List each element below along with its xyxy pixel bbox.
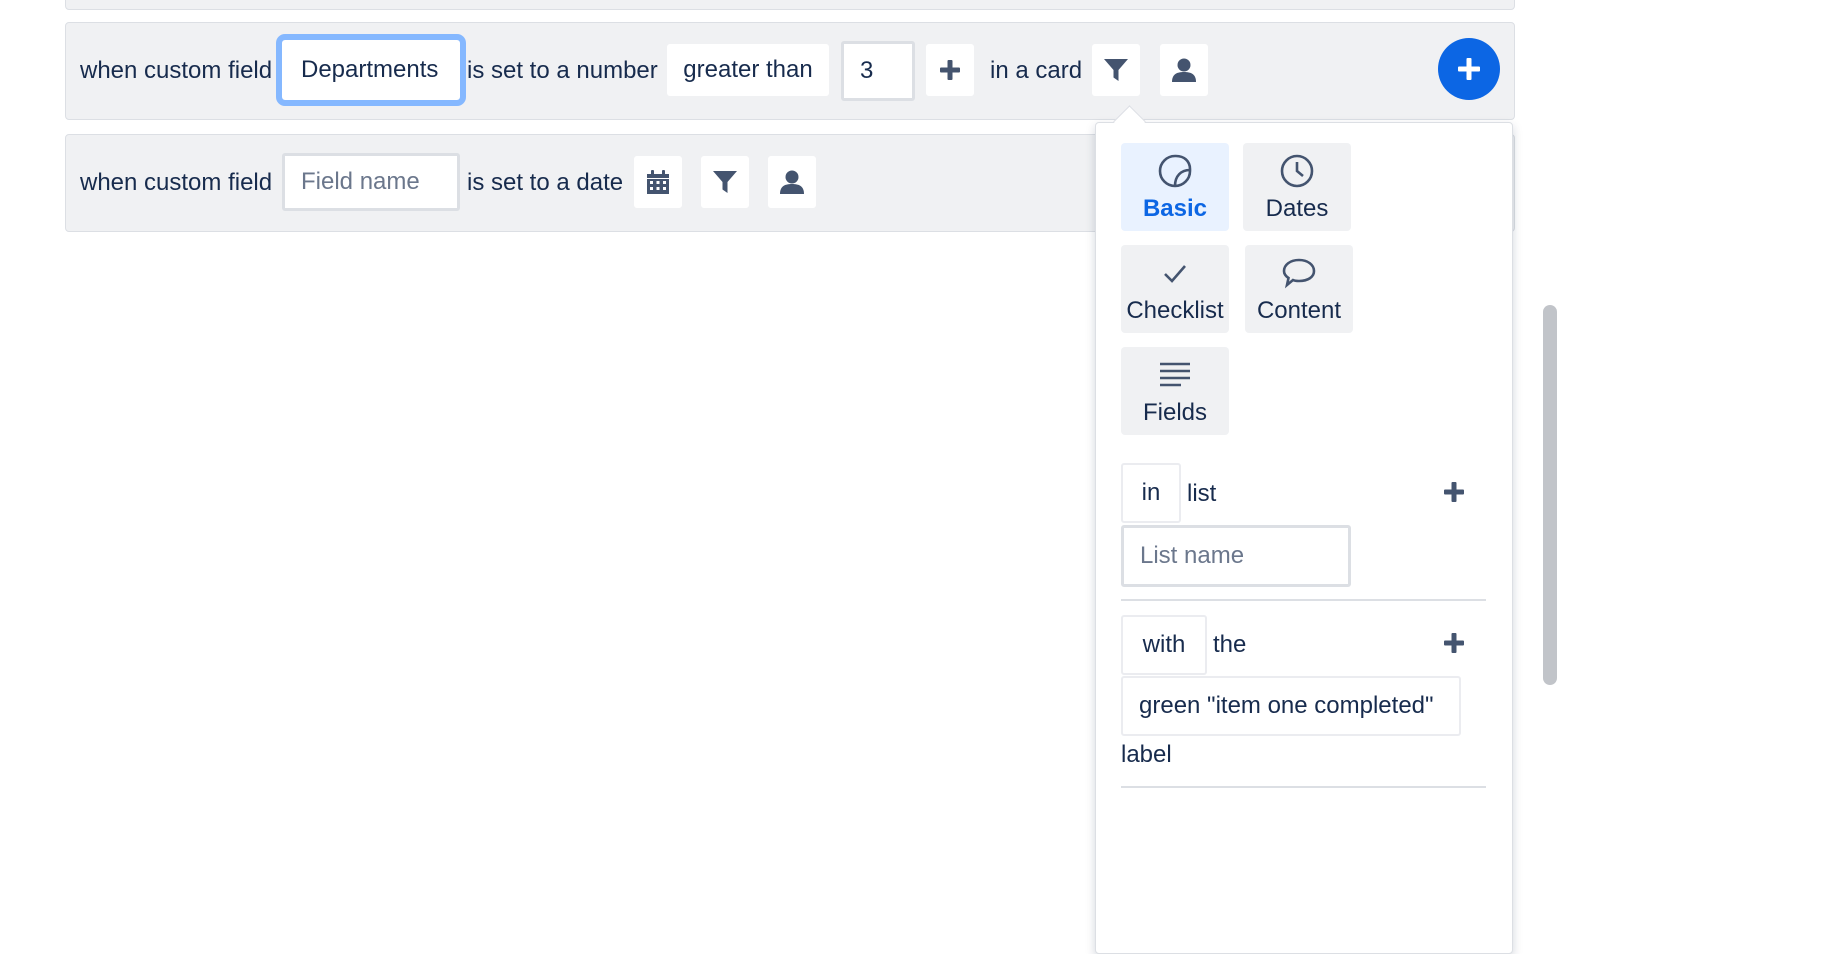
lines-icon <box>1160 362 1190 387</box>
comparator-label: greater than <box>683 56 813 83</box>
add-condition-button[interactable] <box>926 44 974 96</box>
user-button-2[interactable] <box>768 156 816 208</box>
date-picker-button[interactable] <box>634 156 682 208</box>
tab-content[interactable]: Content <box>1245 245 1353 333</box>
plus-icon <box>940 60 960 80</box>
previous-trigger-row <box>65 0 1515 10</box>
custom-field-value: Departments <box>301 56 439 83</box>
filter-icon <box>713 171 737 193</box>
user-icon <box>1172 58 1196 82</box>
field-name-placeholder: Field name <box>301 168 420 195</box>
in-chip-label: in <box>1141 479 1161 506</box>
row2-prefix-text: when custom field <box>80 169 273 196</box>
label-suffix-text: label <box>1121 741 1172 768</box>
tab-checklist-label: Checklist <box>1126 297 1224 324</box>
tab-dates-label: Dates <box>1265 195 1329 222</box>
the-text: the <box>1213 631 1247 658</box>
field-name-input[interactable]: Field name <box>282 153 460 211</box>
filter-button-2[interactable] <box>701 156 749 208</box>
tab-dates[interactable]: Dates <box>1243 143 1351 231</box>
check-icon <box>1164 265 1186 283</box>
clock-icon <box>1280 154 1314 188</box>
tab-basic-label: Basic <box>1142 195 1208 222</box>
row1-prefix-text: when custom field <box>80 57 273 84</box>
with-chip[interactable]: with <box>1121 615 1207 675</box>
filter-popover: Basic Dates Checklist Content Fields in … <box>1095 122 1513 954</box>
user-button[interactable] <box>1160 44 1208 96</box>
tab-fields-label: Fields <box>1142 399 1208 426</box>
label-select-value: green "item one completed" <box>1139 692 1434 719</box>
filter-icon <box>1104 59 1128 81</box>
row1-suffix-text: in a card <box>990 57 1083 84</box>
user-icon <box>780 170 804 194</box>
divider <box>1121 599 1486 601</box>
number-value: 3 <box>860 57 874 84</box>
plus-icon <box>1444 633 1464 653</box>
scrollbar-thumb[interactable] <box>1543 305 1557 685</box>
number-input[interactable]: 3 <box>841 41 915 101</box>
add-label-filter-button[interactable] <box>1430 617 1478 669</box>
tab-checklist[interactable]: Checklist <box>1121 245 1229 333</box>
label-select[interactable]: green "item one completed" <box>1121 676 1461 736</box>
list-name-placeholder: List name <box>1140 542 1245 569</box>
add-trigger-button[interactable] <box>1438 38 1500 100</box>
row1-middle-text: is set to a number <box>467 57 658 84</box>
row2-middle-text: is set to a date <box>467 169 624 196</box>
calendar-icon <box>647 170 669 194</box>
add-circle-icon <box>1458 58 1480 80</box>
tab-content-label: Content <box>1256 297 1342 324</box>
custom-field-select[interactable]: Departments <box>276 34 466 106</box>
speech-bubble-icon <box>1282 258 1316 289</box>
in-chip[interactable]: in <box>1121 463 1181 523</box>
add-list-filter-button[interactable] <box>1430 466 1478 518</box>
tab-fields[interactable]: Fields <box>1121 347 1229 435</box>
sticker-icon <box>1158 154 1192 188</box>
divider <box>1121 786 1486 788</box>
with-chip-label: with <box>1142 631 1186 658</box>
plus-icon <box>1444 482 1464 502</box>
comparator-select[interactable]: greater than <box>667 44 829 96</box>
list-name-input[interactable]: List name <box>1121 525 1351 587</box>
list-text: list <box>1187 480 1217 507</box>
trigger-row-number: when custom field Departments is set to … <box>65 22 1515 120</box>
filter-button[interactable] <box>1092 44 1140 96</box>
tab-basic[interactable]: Basic <box>1121 143 1229 231</box>
